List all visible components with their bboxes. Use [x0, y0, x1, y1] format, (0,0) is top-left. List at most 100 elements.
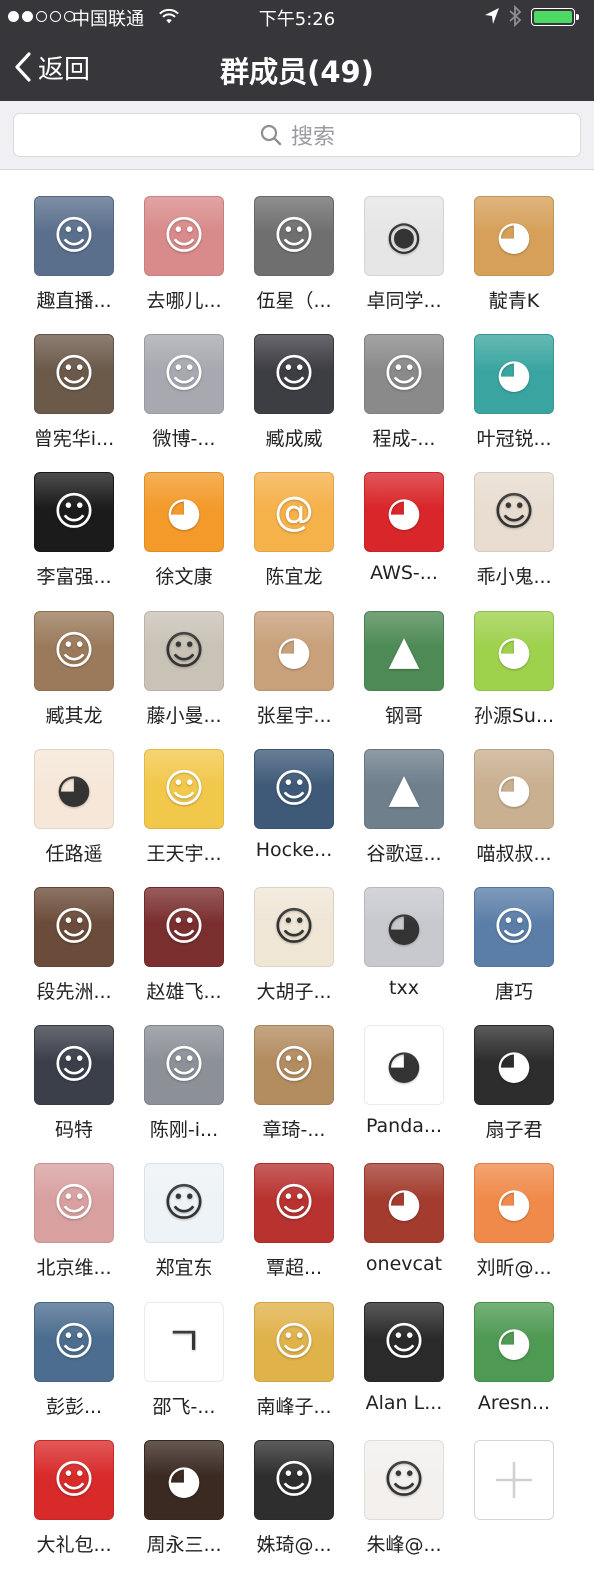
member-item[interactable]: ☺ 赵雄飞... [129, 886, 239, 1025]
member-name: 任路遥 [45, 842, 103, 865]
member-item[interactable]: ◕ 靛青K [459, 196, 569, 334]
avatar: ☺ [34, 196, 114, 276]
member-item[interactable]: ◕ Aresn... [459, 1301, 569, 1440]
add-member-button[interactable] [459, 1439, 569, 1578]
avatar: ◕ [474, 196, 554, 276]
avatar: ◕ [364, 1163, 444, 1244]
search-input[interactable]: 搜索 [13, 113, 581, 157]
member-name: 码特 [54, 1119, 93, 1142]
member-item[interactable]: ☺ 覃超... [239, 1163, 349, 1301]
avatar: ◕ [254, 610, 334, 691]
member-item[interactable]: ☺ 章琦-... [239, 1025, 349, 1163]
member-item[interactable]: ▲ 谷歌逗... [349, 748, 459, 887]
member-item[interactable]: ◕ 周永三... [129, 1439, 239, 1578]
member-name: 刘昕@... [476, 1257, 552, 1280]
member-item[interactable]: ☺ 伍星（... [239, 196, 349, 334]
member-name: Panda... [365, 1115, 443, 1138]
member-name: 张星宇... [256, 704, 332, 727]
member-item[interactable]: ◕ 张星宇... [239, 610, 349, 749]
avatar: ☺ [34, 1301, 114, 1382]
avatar: ▲ [364, 610, 444, 691]
member-name: 章琦-... [262, 1119, 326, 1142]
member-item[interactable]: ◕ 刘昕@... [459, 1163, 569, 1301]
member-item[interactable]: ☺ 码特 [19, 1025, 129, 1163]
member-item[interactable]: ◕ 叶冠锐... [459, 334, 569, 472]
member-item[interactable]: ▲ 钢哥 [349, 610, 459, 749]
member-item[interactable]: ☺ 乖小鬼... [459, 472, 569, 610]
member-item[interactable]: ◕ Panda... [349, 1025, 459, 1163]
member-item[interactable]: ☺ Alan L... [349, 1301, 459, 1440]
member-name: 孙源Su... [473, 704, 555, 727]
member-item[interactable]: ☺ 唐巧 [459, 886, 569, 1025]
member-item[interactable]: ☺ 趣直播... [19, 196, 129, 334]
avatar: ☺ [254, 196, 334, 276]
member-item[interactable]: ☺ 去哪儿... [129, 196, 239, 334]
add-member-tile [474, 1439, 554, 1520]
member-item[interactable]: ☺ 曾宪华i... [19, 334, 129, 472]
member-item[interactable]: ☺ 郑宜东 [129, 1163, 239, 1301]
member-item[interactable]: ☺ 大胡子... [239, 886, 349, 1025]
member-name: 段先洲... [36, 980, 112, 1003]
member-item[interactable]: ◉ 卓同学... [349, 196, 459, 334]
member-item[interactable]: @ 陈宜龙 [239, 472, 349, 610]
member-item[interactable]: ☺ 臧成威 [239, 334, 349, 472]
member-name: 赵雄飞... [146, 980, 222, 1003]
search-bar: 搜索 [0, 101, 594, 170]
avatar: ◕ [474, 334, 554, 415]
member-item[interactable]: ◕ 任路遥 [19, 748, 129, 887]
member-item[interactable]: ☺ 臧其龙 [19, 610, 129, 749]
avatar: ◕ [364, 1025, 444, 1106]
avatar: ☺ [254, 334, 334, 415]
member-name: 臧成威 [265, 428, 323, 451]
avatar: ◕ [474, 1301, 554, 1382]
member-item[interactable]: ◕ 徐文康 [129, 472, 239, 610]
member-name: 北京维... [36, 1257, 112, 1280]
member-item[interactable]: ◕ onevcat [349, 1163, 459, 1301]
member-name: Hocke... [255, 838, 333, 861]
member-item[interactable]: ☺ 北京维... [19, 1163, 129, 1301]
avatar: ㄱ [144, 1301, 224, 1382]
member-item[interactable]: ◕ 孙源Su... [459, 610, 569, 749]
member-item[interactable]: ㄱ邵飞-... [129, 1301, 239, 1440]
navigation-bar: 返回 群成员(49) [0, 34, 594, 101]
member-item[interactable]: ☺ Hocke... [239, 748, 349, 887]
member-name: 扇子君 [485, 1119, 543, 1142]
member-name: 陈刚-i... [149, 1119, 219, 1142]
member-item[interactable]: ☺ 彭彭... [19, 1301, 129, 1440]
avatar: ☺ [364, 334, 444, 415]
member-item[interactable]: ☺ 藤小曼... [129, 610, 239, 749]
member-item[interactable]: ☺ 南峰子... [239, 1301, 349, 1440]
avatar: ☺ [34, 334, 114, 415]
member-item[interactable]: ◕ 喵叔叔... [459, 748, 569, 887]
member-name: 覃超... [265, 1257, 323, 1280]
top-bar: 中国联通 下午5:26 返回 群成员(49) [0, 0, 594, 101]
avatar: ☺ [34, 1025, 114, 1106]
member-item[interactable]: ◕ txx [349, 886, 459, 1025]
member-name: 曾宪华i... [33, 428, 115, 451]
avatar: ☺ [254, 1439, 334, 1520]
member-name: 靛青K [488, 290, 540, 312]
avatar: ◕ [364, 886, 444, 967]
member-item[interactable]: ◕ 扇子君 [459, 1025, 569, 1163]
member-item[interactable]: ☺ 大礼包... [19, 1439, 129, 1578]
member-item[interactable]: ☺ 姝琦@... [239, 1439, 349, 1578]
member-name: 朱峰@... [366, 1533, 442, 1556]
member-item[interactable]: ☺ 陈刚-i... [129, 1025, 239, 1163]
member-name: Aresn... [477, 1391, 551, 1414]
avatar: ☺ [144, 886, 224, 967]
member-item[interactable]: ◕ AWS-... [349, 472, 459, 610]
member-item[interactable]: ☺ 朱峰@... [349, 1439, 459, 1578]
avatar: ▲ [364, 748, 444, 829]
member-item[interactable]: ☺ 段先洲... [19, 886, 129, 1025]
avatar: ☺ [144, 610, 224, 691]
avatar: ◕ [474, 748, 554, 829]
member-name: 大礼包... [36, 1533, 112, 1556]
member-item[interactable]: ☺ 微博-... [129, 334, 239, 472]
member-item[interactable]: ☺ 李富强... [19, 472, 129, 610]
member-item[interactable]: ☺ 程成-... [349, 334, 459, 472]
member-name: 徐文康 [155, 566, 213, 589]
location-arrow-icon [485, 8, 499, 24]
member-grid: ☺ 趣直播... ☺ 去哪儿... ☺ 伍星（... ◉ 卓同学... ◕ 靛青K ☺ 曾宪华i...… [19, 196, 575, 1578]
member-item[interactable]: ☺ 王天宇... [129, 748, 239, 887]
member-name: 姝琦@... [256, 1533, 332, 1556]
